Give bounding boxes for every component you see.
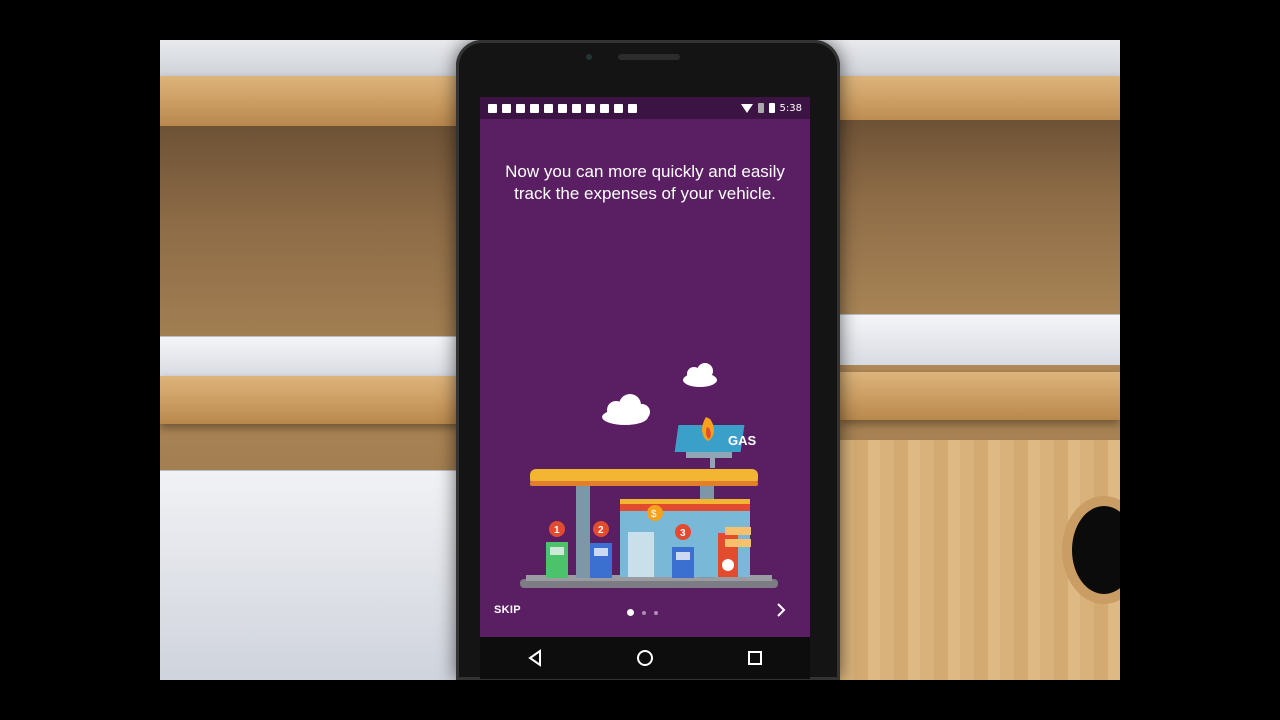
fuel-pump-1: 1: [546, 521, 568, 578]
shelf-plank-left-top: [160, 76, 460, 126]
wifi-icon: [740, 103, 753, 113]
fuel-pump-2: 2: [590, 521, 612, 578]
facebook-icon: [502, 103, 511, 113]
canopy-pillar: [576, 486, 590, 578]
shelf-cavity-right: [840, 120, 1120, 320]
page-indicator: [627, 609, 658, 616]
facebook-icon: [544, 103, 553, 113]
android-nav-bar: [480, 637, 810, 679]
recents-square-icon: [748, 651, 762, 665]
shelf-plank-right-top: [840, 76, 1120, 126]
gas-sign: GAS: [674, 417, 757, 452]
battery-icon: [768, 103, 775, 113]
pump-number: 1: [554, 525, 560, 536]
notification-icons: [488, 103, 637, 113]
facebook-icon: [516, 103, 525, 113]
page-dot: [654, 610, 658, 615]
shelf-plank-right-mid: [840, 372, 1120, 420]
status-bar: 5:38: [480, 97, 810, 119]
cloud-icon: [683, 363, 717, 387]
recents-button[interactable]: [735, 643, 775, 673]
pump-number: 2: [598, 525, 604, 536]
signal-icon: [757, 103, 764, 113]
phone-device: 5:38 Now you can more quickly and easily…: [456, 40, 840, 680]
onboarding-headline: Now you can more quickly and easily trac…: [505, 162, 785, 203]
chevron-right-icon: [777, 603, 786, 617]
photos-icon: [600, 103, 609, 113]
gas-sign-text: GAS: [728, 433, 757, 448]
lock-icon: [586, 103, 595, 113]
home-circle-icon: [637, 650, 653, 666]
paper-stack-bottom: [160, 470, 460, 680]
shelf-plank-left-mid: [160, 376, 460, 424]
wrench-icon: [530, 103, 539, 113]
front-camera: [586, 54, 592, 60]
page-dot: [642, 610, 646, 615]
paper-stack-right: [840, 314, 1120, 365]
back-button[interactable]: [515, 643, 555, 673]
price-symbol: $: [651, 509, 657, 520]
back-triangle-icon: [528, 649, 541, 667]
paper-stack-left: [160, 336, 460, 377]
skip-button[interactable]: SKIP: [494, 604, 521, 616]
fuel-pump-3: 3: [672, 524, 694, 578]
system-icons: 5:38: [740, 102, 802, 114]
facebook-icon: [488, 103, 497, 113]
pump-number: 3: [680, 528, 686, 539]
download-icon: [558, 103, 567, 113]
app-screen: 5:38 Now you can more quickly and easily…: [480, 97, 810, 637]
gas-station-illustration: GAS $ 1 2 3: [520, 363, 778, 588]
home-button[interactable]: [625, 643, 665, 673]
status-time: 5:38: [779, 102, 802, 114]
cloud-icon: [602, 394, 650, 425]
camera-icon: [614, 103, 623, 113]
page-dot-active: [627, 609, 634, 616]
earpiece-speaker: [618, 54, 680, 60]
tools-icon: [572, 103, 581, 113]
android-icon: [628, 103, 637, 113]
next-button[interactable]: [776, 602, 786, 621]
